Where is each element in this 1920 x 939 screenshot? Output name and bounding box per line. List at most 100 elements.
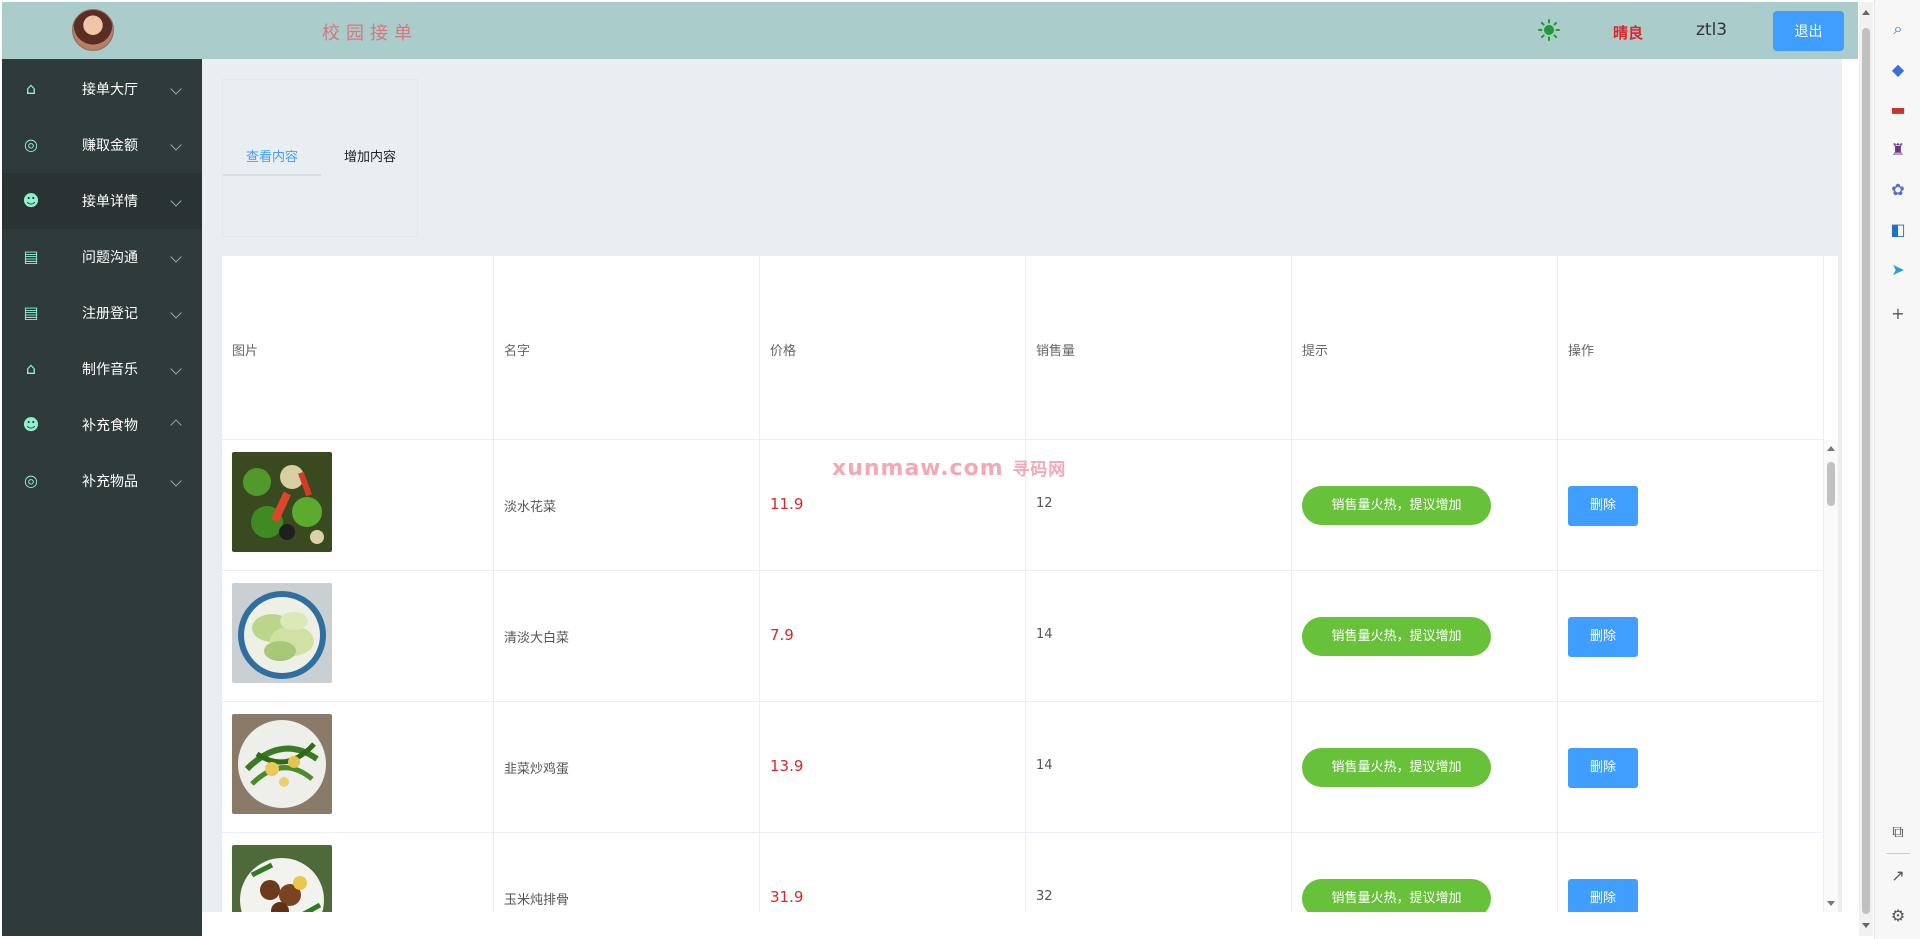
food-name: 清淡大白菜 (504, 631, 570, 646)
add-icon[interactable]: + (1888, 304, 1908, 324)
delete-button[interactable]: 删除 (1568, 748, 1638, 788)
column-header-sales: 销售量 (1026, 256, 1292, 440)
cabbage-photo (232, 583, 332, 683)
hint-badge[interactable]: 销售量火热，提议增加 (1302, 879, 1491, 912)
money-icon: ◎ (24, 135, 38, 154)
chevron-down-icon (170, 139, 182, 151)
scroll-down-arrow-icon[interactable] (1827, 901, 1835, 906)
hint-badge[interactable]: 销售量火热，提议增加 (1302, 617, 1491, 656)
food-price: 7.9 (770, 626, 794, 644)
sidebar-item-goods[interactable]: ◎ 补充物品 (2, 453, 202, 509)
column-header-hint: 提示 (1292, 256, 1558, 440)
bowl-icon: ☻ (22, 415, 40, 434)
sidebar-item-label: 赚取金额 (82, 138, 138, 154)
sidebar-item-music[interactable]: ⌂ 制作音乐 (2, 341, 202, 397)
sidebar: ⌂ 接单大厅 ◎ 赚取金额 ☻ 接单详情 ▤ 问题沟通 ▤ 注册登记 ⌂ 制作音… (2, 59, 202, 936)
home-icon: ⌂ (25, 79, 37, 98)
column-header-action: 操作 (1558, 256, 1824, 440)
delete-button[interactable]: 删除 (1568, 879, 1638, 912)
app-title: 校园接单 (322, 23, 418, 44)
search-icon[interactable]: ⌕ (1888, 19, 1908, 39)
sidebar-item-label: 制作音乐 (82, 362, 138, 378)
delete-button[interactable]: 删除 (1568, 617, 1638, 657)
money-icon: ◎ (24, 471, 38, 490)
screenshot-icon[interactable]: ⧉ (1888, 822, 1908, 842)
hint-badge[interactable]: 销售量火热，提议增加 (1302, 486, 1491, 525)
chevron-down-icon (170, 195, 182, 207)
column-header-name: 名字 (494, 256, 760, 440)
sidebar-item-label: 补充食物 (82, 418, 138, 434)
tab-view-content[interactable]: 查看内容 (223, 140, 321, 176)
food-name: 韭菜炒鸡蛋 (504, 762, 570, 777)
user-avatar[interactable] (72, 9, 114, 51)
food-price: 11.9 (770, 495, 804, 513)
food-sales: 14 (1036, 627, 1053, 642)
chat-icon: ▤ (23, 247, 39, 266)
sidebar-item-label: 补充物品 (82, 474, 138, 490)
food-sales: 14 (1036, 758, 1053, 773)
tab-card: 查看内容 增加内容 (222, 79, 418, 237)
register-icon: ▤ (23, 303, 39, 322)
table-scrollbar[interactable] (1824, 440, 1838, 912)
page-scroll-up-icon[interactable] (1862, 10, 1870, 15)
chevron-down-icon (170, 251, 182, 263)
chevron-down-icon (170, 363, 182, 375)
top-header: 校园接单 晴良 ztl3 退出 (2, 2, 1858, 59)
delete-button[interactable]: 删除 (1568, 486, 1638, 526)
table-row: 玉米炖排骨 31.9 32 销售量火热，提议增加 删除 (222, 833, 1824, 912)
table-row: 韭菜炒鸡蛋 13.9 14 销售量火热，提议增加 删除 (222, 702, 1824, 833)
page-scroll-down-icon[interactable] (1862, 923, 1870, 928)
mixed-vegetables-photo (232, 452, 332, 552)
browser-side-panel: ⌕ ◆ ▬ ♜ ✿ ◧ ➤ + ⧉ ↗ ⚙ (1874, 0, 1920, 939)
toolbox-icon[interactable]: ▬ (1888, 100, 1908, 120)
sidebar-item-food[interactable]: ☻ 补充食物 (2, 397, 202, 453)
weather-text: 晴良 (1613, 24, 1644, 42)
sidebar-item-label: 接单大厅 (82, 82, 138, 98)
sidebar-item-communication[interactable]: ▤ 问题沟通 (2, 229, 202, 285)
bowl-icon: ☻ (22, 191, 40, 210)
page-scrollbar[interactable] (1859, 2, 1873, 936)
food-price: 13.9 (770, 757, 804, 775)
column-header-image: 图片 (222, 256, 494, 440)
main-content: 查看内容 增加内容 图片 名字 价格 销售量 提示 操作 淡水花菜 11.9 1… (202, 59, 1842, 912)
sidebar-item-label: 问题沟通 (82, 250, 138, 266)
external-link-icon[interactable]: ↗ (1888, 866, 1908, 886)
home-icon: ⌂ (25, 359, 37, 378)
chevron-down-icon (170, 83, 182, 95)
logout-button[interactable]: 退出 (1773, 11, 1844, 51)
food-sales: 12 (1036, 496, 1053, 511)
chevron-down-icon (170, 475, 182, 487)
copilot-icon[interactable]: ✿ (1888, 180, 1908, 200)
send-icon[interactable]: ➤ (1888, 260, 1908, 280)
watermark: xunmaw.com 寻码网 (832, 456, 1067, 481)
hint-badge[interactable]: 销售量火热，提议增加 (1302, 748, 1491, 787)
food-sales: 32 (1036, 889, 1053, 904)
corn-ribs-photo (232, 845, 332, 912)
sidebar-item-label: 注册登记 (82, 306, 138, 322)
chevron-down-icon (170, 307, 182, 319)
food-name: 淡水花菜 (504, 500, 557, 515)
sidebar-item-register[interactable]: ▤ 注册登记 (2, 285, 202, 341)
sidebar-item-earnings[interactable]: ◎ 赚取金额 (2, 117, 202, 173)
username: ztl3 (1696, 20, 1728, 40)
food-name: 玉米炖排骨 (504, 893, 570, 908)
settings-icon[interactable]: ⚙ (1888, 906, 1908, 926)
table-scroll-thumb[interactable] (1827, 462, 1835, 506)
food-price: 31.9 (770, 888, 804, 906)
tag-icon[interactable]: ◆ (1888, 60, 1908, 80)
page-scroll-thumb[interactable] (1862, 28, 1870, 914)
tab-add-content[interactable]: 增加内容 (321, 140, 419, 176)
table-row: 清淡大白菜 7.9 14 销售量火热，提议增加 删除 (222, 571, 1824, 702)
scroll-up-arrow-icon[interactable] (1827, 446, 1835, 451)
chevron-up-icon (170, 419, 182, 431)
chives-egg-photo (232, 714, 332, 814)
sun-icon (1538, 19, 1560, 41)
side-panel-divider (1886, 853, 1910, 854)
outlook-icon[interactable]: ◧ (1888, 220, 1908, 240)
sidebar-item-label: 接单详情 (82, 194, 138, 210)
sidebar-item-order-hall[interactable]: ⌂ 接单大厅 (2, 61, 202, 117)
food-table: 图片 名字 价格 销售量 提示 操作 淡水花菜 11.9 12 销售量火热，提议… (222, 256, 1838, 912)
chess-icon[interactable]: ♜ (1888, 140, 1908, 160)
sidebar-item-order-details[interactable]: ☻ 接单详情 (2, 173, 202, 229)
column-header-price: 价格 (760, 256, 1026, 440)
